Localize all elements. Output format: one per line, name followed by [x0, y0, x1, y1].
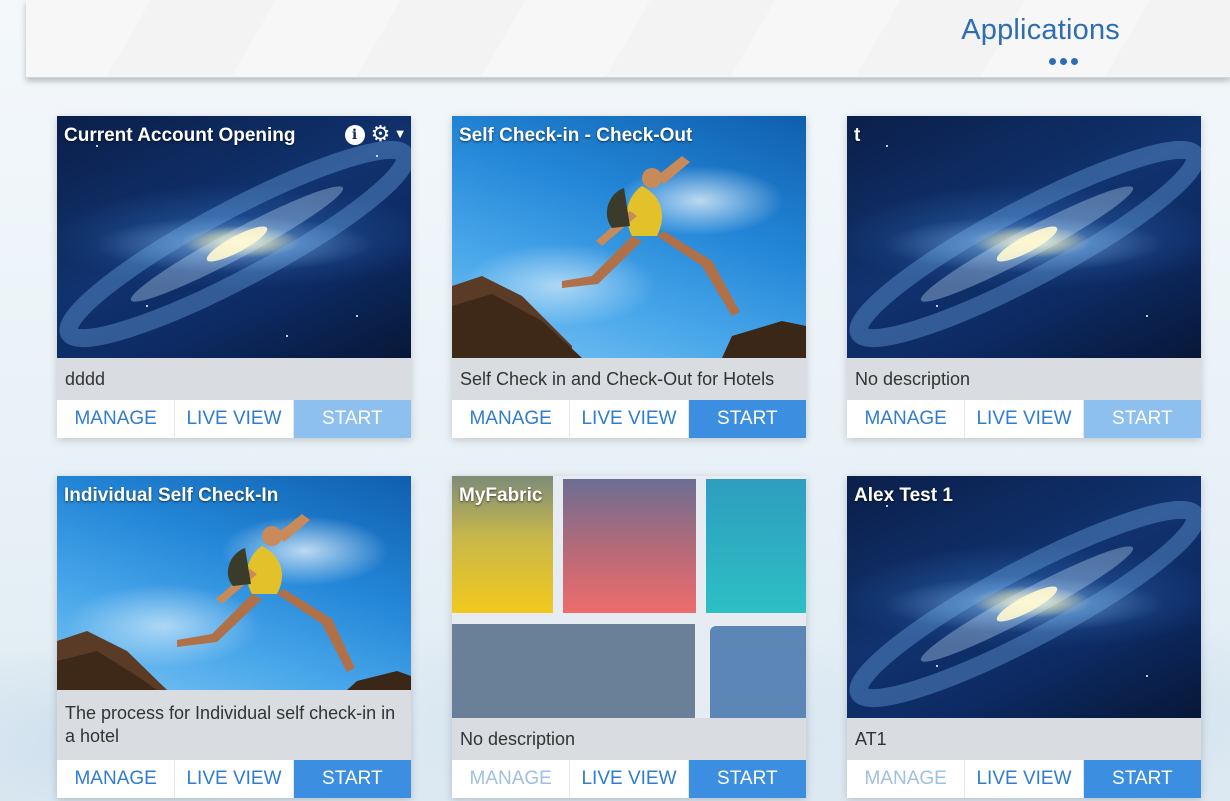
card-actions: MANAGE LIVE VIEW START — [57, 400, 411, 438]
card-actions: MANAGE LIVE VIEW START — [847, 760, 1201, 798]
start-button[interactable]: START — [1083, 760, 1201, 798]
live-view-button[interactable]: LIVE VIEW — [570, 760, 689, 798]
live-view-button[interactable]: LIVE VIEW — [965, 400, 1084, 438]
live-view-button[interactable]: LIVE VIEW — [175, 760, 294, 798]
card-description: AT1 — [847, 718, 1201, 760]
card-image-jumper — [452, 116, 806, 358]
start-button[interactable]: START — [293, 760, 411, 798]
caret-down-icon[interactable]: ▼ — [396, 125, 404, 145]
start-button[interactable]: START — [688, 760, 806, 798]
app-card-current-account-opening: Current Account Opening i ⚙ ▼ dddd MANAG… — [57, 116, 411, 438]
card-title: Self Check-in - Check-Out — [459, 125, 693, 146]
page-title: Applications — [961, 14, 1120, 46]
card-title: MyFabric — [459, 485, 543, 506]
live-view-button[interactable]: LIVE VIEW — [965, 760, 1084, 798]
manage-button[interactable]: MANAGE — [57, 760, 176, 798]
card-actions: MANAGE LIVE VIEW START — [452, 400, 806, 438]
card-description: The process for Individual self check-in… — [57, 690, 411, 760]
ellipsis-icon[interactable] — [1049, 58, 1078, 65]
app-card-individual-self-check-in: Individual Self Check-In The process for… — [57, 476, 411, 798]
info-icon[interactable]: i — [344, 125, 365, 145]
card-image-galaxy — [847, 476, 1201, 718]
card-description: dddd — [57, 358, 411, 400]
card-image-galaxy — [57, 116, 411, 358]
card-description: No description — [452, 718, 806, 760]
app-card-self-check-in-check-out: Self Check-in - Check-Out Self Check in … — [452, 116, 806, 438]
manage-button[interactable]: MANAGE — [452, 400, 571, 438]
live-view-button[interactable]: LIVE VIEW — [175, 400, 294, 438]
manage-button[interactable]: MANAGE — [847, 400, 966, 438]
card-image-jumper — [57, 476, 411, 690]
gear-icon[interactable]: ⚙ — [371, 124, 391, 146]
manage-button[interactable]: MANAGE — [452, 760, 571, 798]
manage-button[interactable]: MANAGE — [847, 760, 966, 798]
card-actions: MANAGE LIVE VIEW START — [847, 400, 1201, 438]
card-title: Alex Test 1 — [854, 485, 953, 506]
card-description: No description — [847, 358, 1201, 400]
manage-button[interactable]: MANAGE — [57, 400, 176, 438]
card-title: t — [854, 125, 861, 146]
app-header: Applications — [26, 0, 1230, 78]
app-card-alex-test-1: Alex Test 1 AT1 MANAGE LIVE VIEW START — [847, 476, 1201, 798]
card-title: Individual Self Check-In — [64, 485, 279, 506]
app-card-myfabric: MyFabric No description MANAGE LIVE VIEW… — [452, 476, 806, 798]
app-card-t: t No description MANAGE LIVE VIEW START — [847, 116, 1201, 438]
live-view-button[interactable]: LIVE VIEW — [570, 400, 689, 438]
card-actions: MANAGE LIVE VIEW START — [452, 760, 806, 798]
start-button[interactable]: START — [293, 400, 411, 438]
card-image-galaxy — [847, 116, 1201, 358]
start-button[interactable]: START — [688, 400, 806, 438]
card-description: Self Check in and Check-Out for Hotels — [452, 358, 806, 400]
card-title: Current Account Opening — [64, 125, 296, 146]
start-button[interactable]: START — [1083, 400, 1201, 438]
card-image-fabric — [452, 476, 806, 718]
card-actions: MANAGE LIVE VIEW START — [57, 760, 411, 798]
